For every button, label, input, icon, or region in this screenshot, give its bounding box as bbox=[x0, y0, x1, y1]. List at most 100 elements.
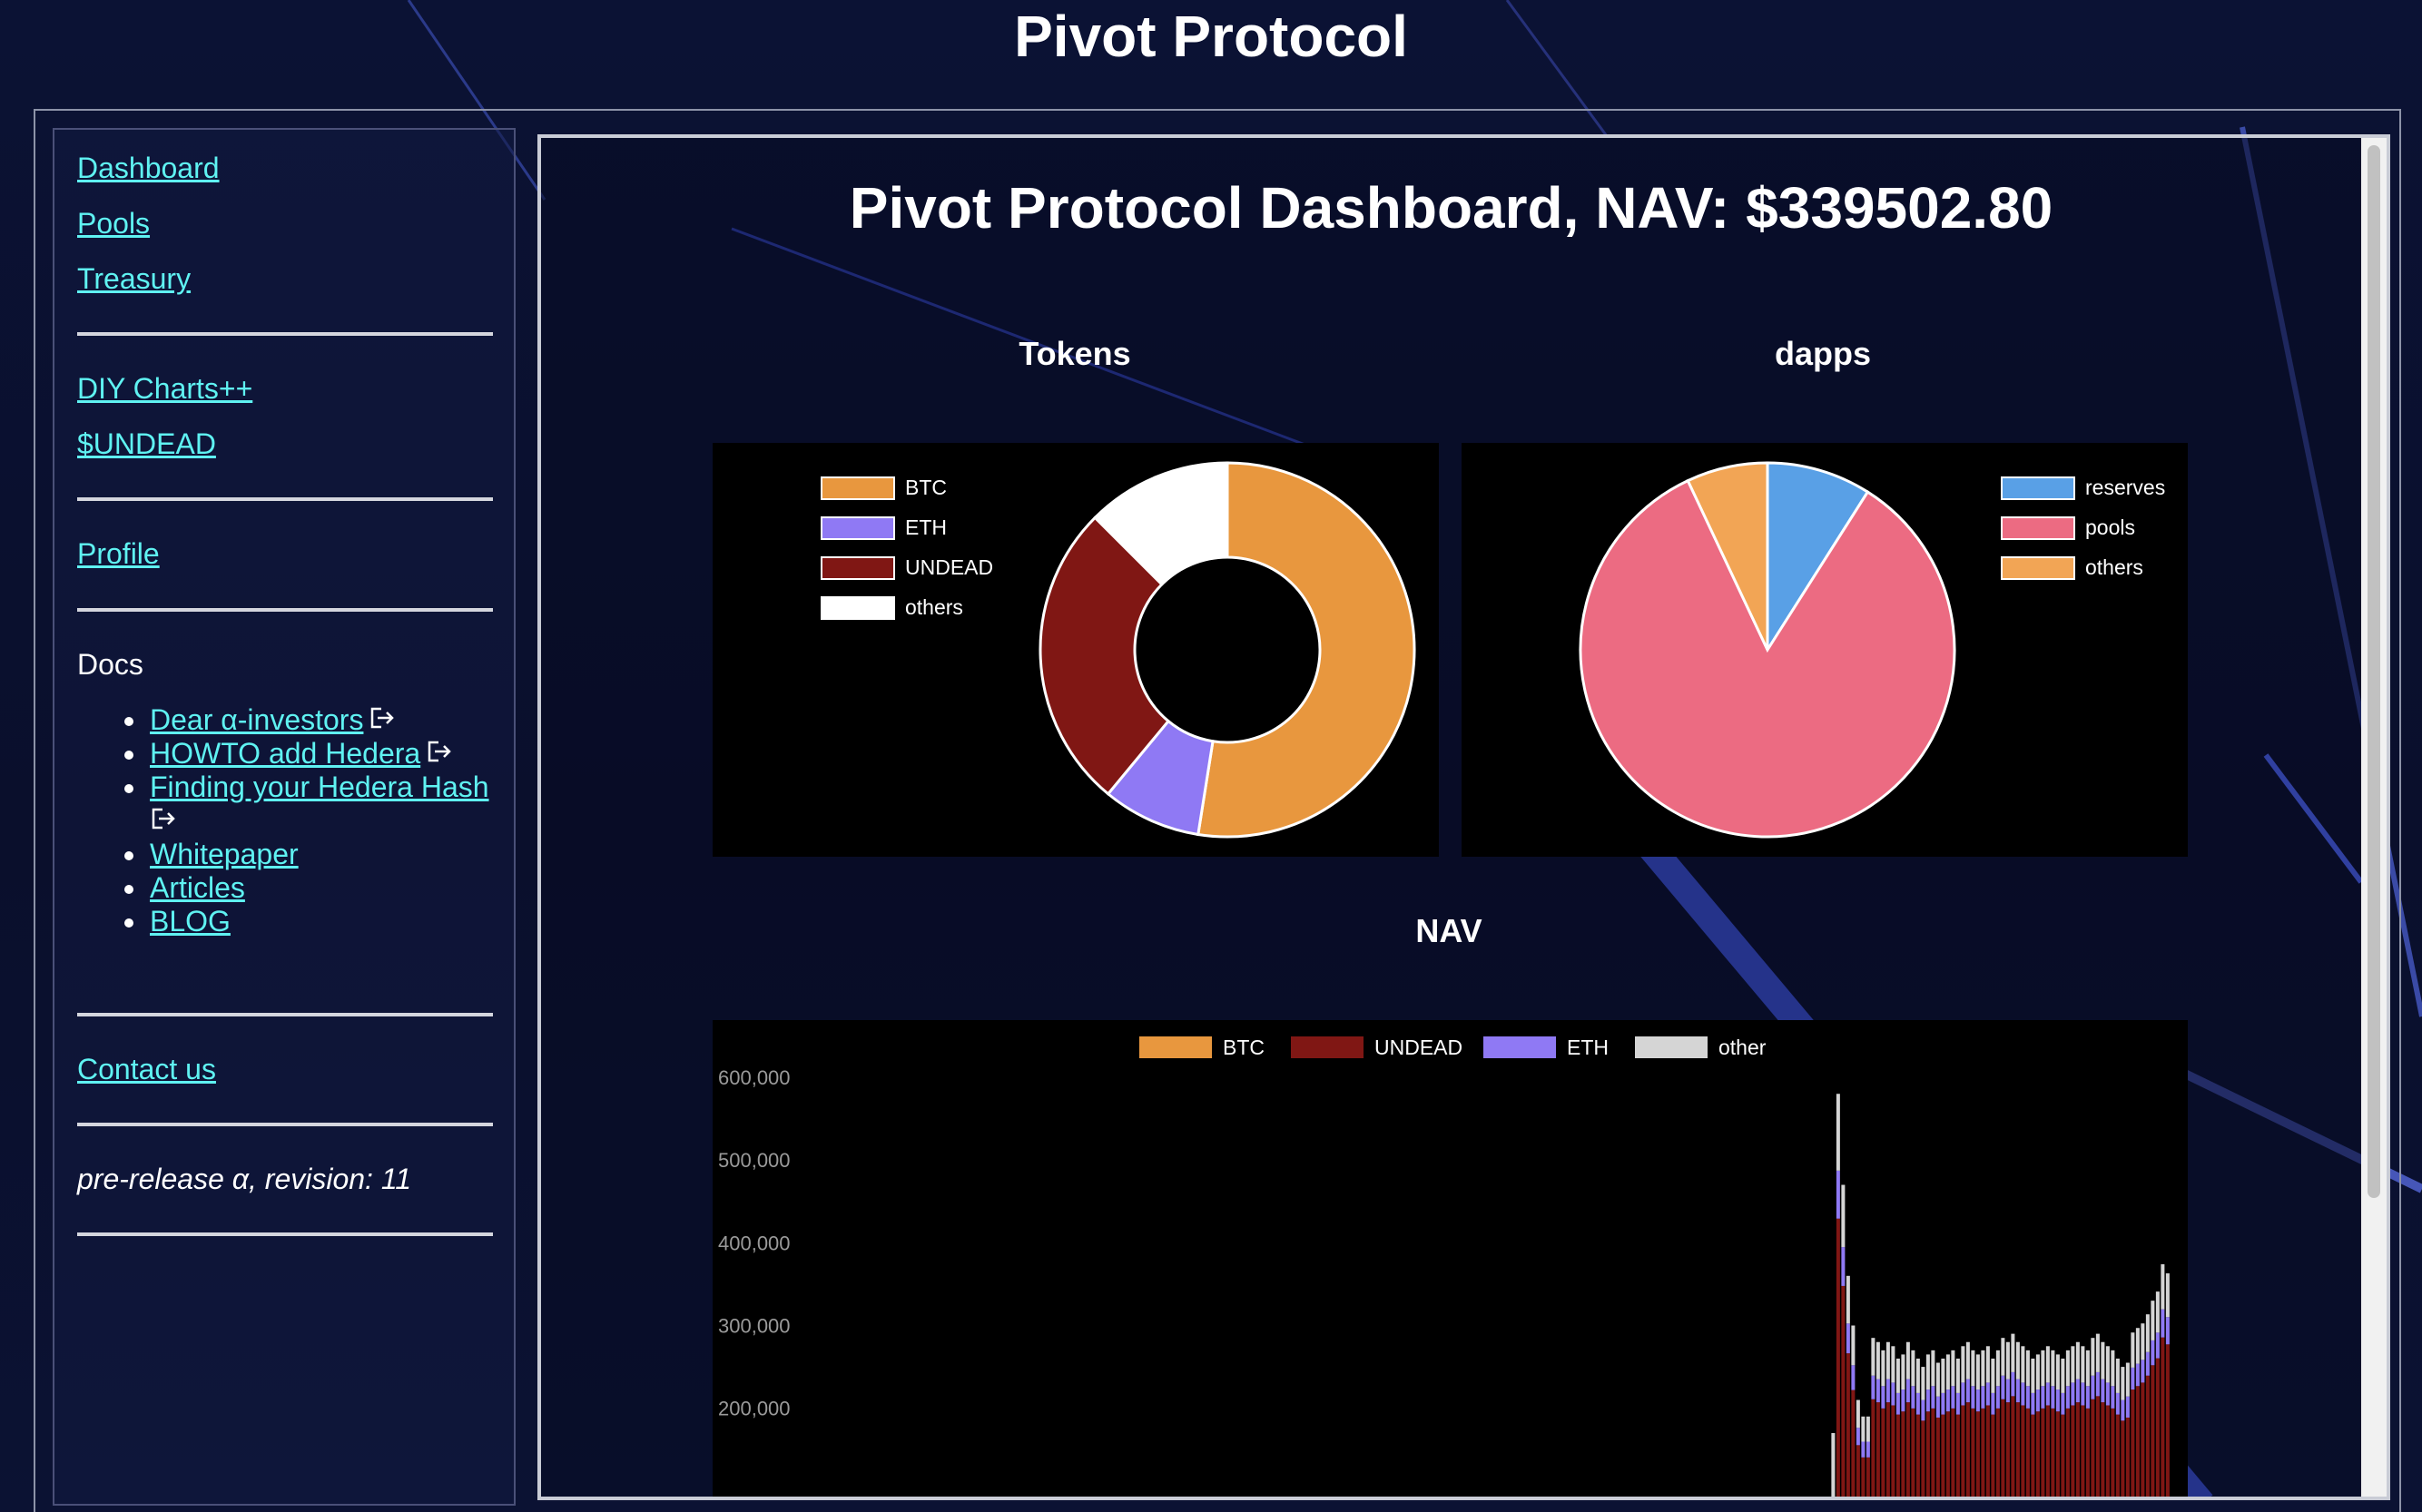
bar-segment-eth bbox=[2075, 1379, 2080, 1403]
nav-pools-link[interactable]: Pools bbox=[77, 207, 150, 241]
legend-label[interactable]: ETH bbox=[1567, 1036, 1609, 1059]
legend-swatch[interactable] bbox=[1635, 1036, 1708, 1058]
bar-segment-eth bbox=[2145, 1351, 2150, 1376]
nav-treasury-link[interactable]: Treasury bbox=[77, 262, 191, 296]
bar-segment-undead bbox=[1905, 1402, 1910, 1497]
legend-label[interactable]: BTC bbox=[905, 476, 947, 499]
legend-label[interactable]: pools bbox=[2085, 515, 2135, 539]
bar-segment-undead bbox=[2131, 1389, 2135, 1497]
bar-segment-undead bbox=[2075, 1402, 2080, 1497]
site-title: Pivot Protocol bbox=[1014, 4, 1408, 69]
bar-segment-other bbox=[1941, 1358, 1945, 1393]
bar-segment-eth bbox=[1965, 1379, 1970, 1403]
y-tick-label: 300,000 bbox=[718, 1315, 791, 1338]
bar-segment-other bbox=[2051, 1350, 2055, 1387]
legend-swatch[interactable] bbox=[821, 476, 895, 500]
bar-segment-undead bbox=[2025, 1408, 2030, 1497]
bar-segment-other bbox=[2021, 1346, 2025, 1383]
nav-diy-charts-link[interactable]: DIY Charts++ bbox=[77, 372, 252, 406]
legend-swatch[interactable] bbox=[821, 556, 895, 580]
docs-link-whitepaper[interactable]: Whitepaper bbox=[150, 838, 299, 870]
bar-segment-other bbox=[1861, 1416, 1866, 1442]
pie-slice-btc[interactable] bbox=[1196, 461, 1416, 839]
bar-segment-other bbox=[1841, 1184, 1846, 1248]
legend-swatch[interactable] bbox=[2001, 556, 2075, 580]
legend-label[interactable]: others bbox=[2085, 555, 2143, 579]
legend-label[interactable]: UNDEAD bbox=[905, 555, 993, 579]
scrollbar-thumb[interactable] bbox=[2368, 145, 2380, 1198]
bar-segment-other bbox=[2151, 1301, 2155, 1340]
bar-segment-other bbox=[2161, 1264, 2165, 1310]
bar-segment-other bbox=[1911, 1350, 1915, 1387]
legend-label[interactable]: ETH bbox=[905, 515, 947, 539]
nav-chart: 600,000 500,000 400,000 300,000 200,000 BTC UN… bbox=[713, 1020, 2188, 1497]
bar-segment-eth bbox=[1985, 1382, 1990, 1406]
dapps-chart: reserves pools others bbox=[1462, 443, 2188, 857]
bar-segment-eth bbox=[2095, 1371, 2100, 1397]
bar-segment-undead bbox=[2061, 1414, 2065, 1497]
bar-segment-other bbox=[2005, 1341, 2010, 1379]
docs-link-articles[interactable]: Articles bbox=[150, 871, 245, 904]
legend-swatch[interactable] bbox=[1483, 1036, 1556, 1058]
bar-segment-undead bbox=[2095, 1396, 2100, 1497]
bar-segment-undead bbox=[2021, 1405, 2025, 1497]
bar-segment-eth bbox=[2155, 1332, 2160, 1359]
bar-segment-other bbox=[2141, 1323, 2145, 1360]
bar-segment-undead bbox=[2085, 1408, 2090, 1497]
bar-segment-eth bbox=[2165, 1317, 2170, 1345]
bar-segment-eth bbox=[1871, 1375, 1876, 1399]
bar-segment-other bbox=[2025, 1350, 2030, 1387]
bar-segment-undead bbox=[1895, 1414, 1900, 1497]
bar-segment-eth bbox=[2005, 1379, 2010, 1403]
nav-profile-link[interactable]: Profile bbox=[77, 537, 160, 571]
dashboard-frame[interactable]: Pivot Protocol Dashboard, NAV: $339502.8… bbox=[537, 134, 2390, 1500]
legend-swatch[interactable] bbox=[821, 596, 895, 620]
bar-segment-other bbox=[2121, 1367, 2125, 1400]
bar-segment-eth bbox=[1925, 1389, 1930, 1412]
bar-segment-eth bbox=[1981, 1386, 1985, 1409]
dapps-chart-svg: reserves pools others bbox=[1579, 461, 2165, 839]
bar-segment-eth bbox=[2105, 1382, 2110, 1406]
nav-dashboard-link[interactable]: Dashboard bbox=[77, 152, 220, 185]
legend-label[interactable]: other bbox=[1718, 1036, 1767, 1059]
legend-swatch[interactable] bbox=[2001, 476, 2075, 500]
bar-segment-eth bbox=[1951, 1386, 1955, 1409]
legend-swatch[interactable] bbox=[1291, 1036, 1364, 1058]
docs-link-hedera-hash[interactable]: Finding your Hedera Hash bbox=[150, 771, 489, 803]
bar-segment-other bbox=[2045, 1346, 2050, 1383]
legend-swatch[interactable] bbox=[1139, 1036, 1212, 1058]
docs-link-blog[interactable]: BLOG bbox=[150, 905, 231, 938]
contact-us-link[interactable]: Contact us bbox=[77, 1053, 216, 1086]
bar-segment-eth bbox=[1841, 1247, 1846, 1286]
bar-segment-other bbox=[2071, 1346, 2075, 1383]
bar-segment-undead bbox=[2001, 1399, 2005, 1497]
bar-segment-undead bbox=[1931, 1408, 1935, 1497]
legend-label[interactable]: reserves bbox=[2085, 476, 2165, 499]
legend-label[interactable]: others bbox=[905, 595, 963, 619]
bar-segment-eth bbox=[1905, 1379, 1910, 1403]
bar-segment-other bbox=[1871, 1338, 1876, 1376]
external-link-icon bbox=[152, 808, 175, 830]
bar-segment-other bbox=[2001, 1338, 2005, 1376]
sidebar-divider bbox=[77, 497, 493, 501]
scrollbar[interactable] bbox=[2361, 138, 2387, 1497]
legend-swatch[interactable] bbox=[821, 516, 895, 540]
bar-segment-eth bbox=[2021, 1382, 2025, 1406]
bar-segment-other bbox=[1965, 1341, 1970, 1379]
bar-segment-undead bbox=[2035, 1411, 2040, 1497]
bar-segment-other bbox=[2081, 1346, 2085, 1383]
legend-swatch[interactable] bbox=[2001, 516, 2075, 540]
bar-segment-undead bbox=[2105, 1405, 2110, 1497]
bar-segment-other bbox=[2035, 1354, 2040, 1390]
bar-segment-other bbox=[2085, 1350, 2090, 1387]
nav-undead-link[interactable]: $UNDEAD bbox=[77, 427, 216, 461]
docs-link-howto-hedera[interactable]: HOWTO add Hedera bbox=[150, 737, 420, 770]
legend-label[interactable]: UNDEAD bbox=[1374, 1036, 1462, 1059]
bar-segment-other bbox=[1891, 1346, 1895, 1383]
bar-segment-other bbox=[1915, 1358, 1920, 1393]
nav-title: NAV bbox=[1415, 912, 1482, 949]
docs-link-dear-investors[interactable]: Dear α-investors bbox=[150, 703, 363, 736]
bar-segment-eth bbox=[1961, 1382, 1965, 1406]
legend-label[interactable]: BTC bbox=[1223, 1036, 1265, 1059]
bar-segment-eth bbox=[1856, 1428, 1860, 1446]
